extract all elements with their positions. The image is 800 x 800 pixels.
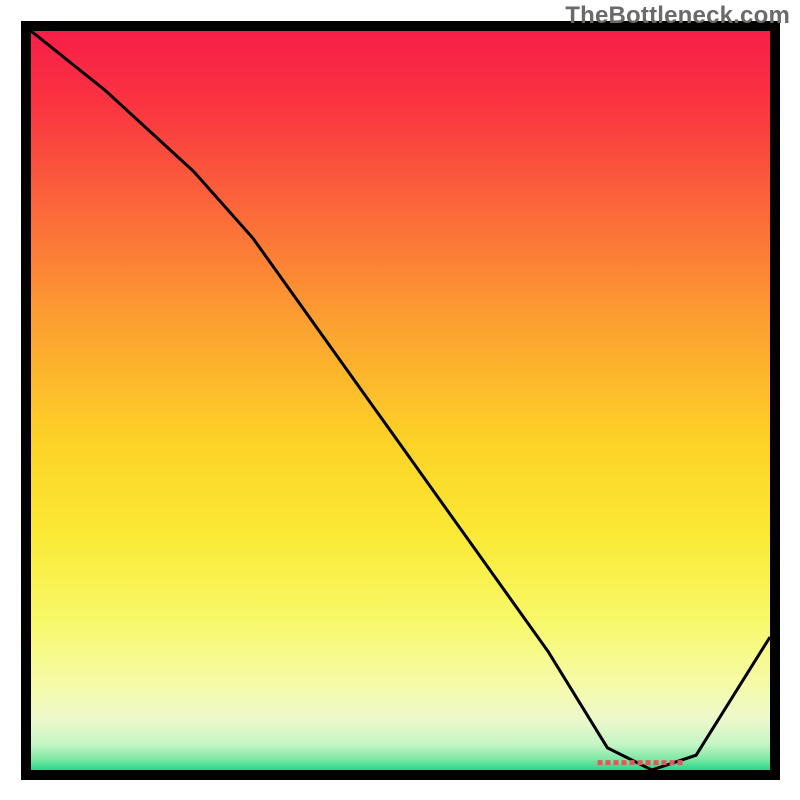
watermark-text: TheBottleneck.com <box>565 2 790 30</box>
chart-container: TheBottleneck.com <box>0 0 800 800</box>
bottleneck-chart <box>0 0 800 800</box>
plot-background-gradient <box>31 31 770 770</box>
sweet-spot-marker <box>598 760 683 765</box>
